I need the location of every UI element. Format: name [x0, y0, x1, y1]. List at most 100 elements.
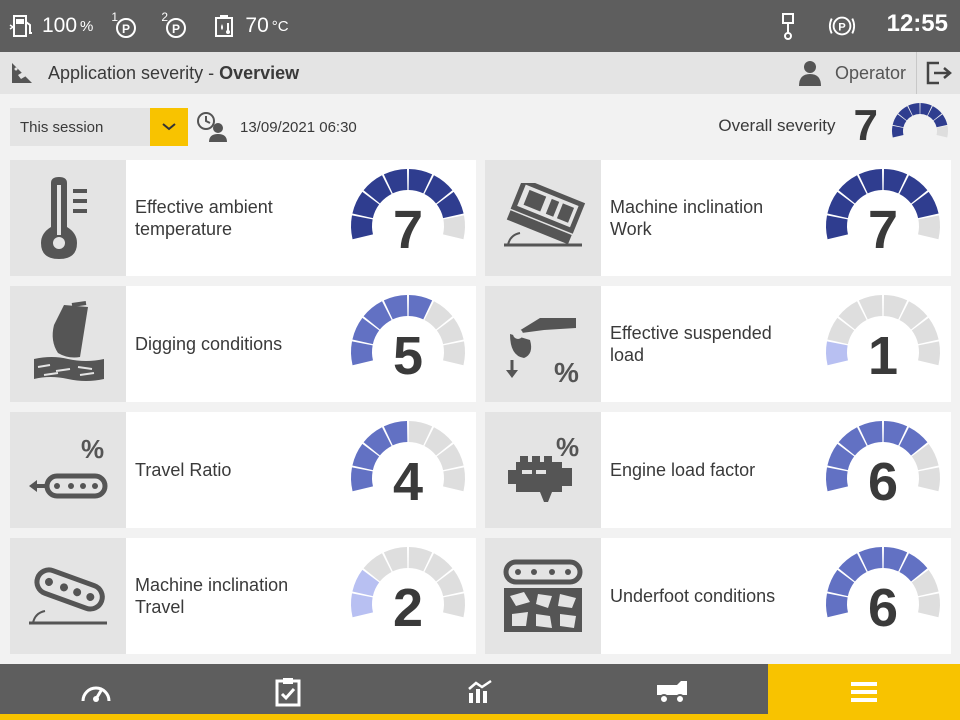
operator-label: Operator [834, 62, 906, 83]
travel-ratio-icon: % [10, 412, 126, 528]
nav-menu[interactable] [768, 664, 960, 720]
operator-clock-icon [196, 111, 230, 143]
gauge-segment-filled [826, 341, 848, 366]
gauge-segment-filled [826, 215, 848, 240]
page-title-bold: Overview [219, 62, 300, 83]
tile-label-line1: Engine load factor [610, 460, 756, 480]
severity-gauge: 5 [351, 295, 465, 386]
gauge-segment-filled [892, 125, 904, 138]
gauge-segment-empty [918, 593, 940, 618]
tile-label-line2: temperature [135, 219, 233, 239]
page-title-prefix: Application severity - [48, 62, 220, 83]
gauge-segment-filled [351, 467, 373, 492]
fuel-indicator: 100% [8, 0, 93, 52]
pump-pressure-1: 1 P [111, 0, 139, 52]
gauge-segment-filled [351, 341, 373, 366]
engine-piston-icon [774, 12, 802, 40]
engine-load-icon: % [485, 412, 601, 528]
gauge-segment-empty [918, 467, 940, 492]
statistics-chart-icon [466, 679, 494, 705]
tile-label: Travel Ratio [135, 412, 335, 528]
nav-statistics[interactable] [384, 664, 576, 720]
gauge-segment-filled [351, 593, 373, 618]
gauge-value: 1 [868, 326, 898, 386]
pump-pressure-2: 2 P [161, 0, 189, 52]
parking-brake-icon: P [828, 12, 856, 40]
user-icon [797, 59, 823, 87]
hydraulic-oil-temperature: 70 °C [211, 0, 289, 52]
page-title: Application severity - Overview [48, 63, 299, 84]
gauge-value: 6 [868, 452, 898, 512]
temp-value: 70 [245, 14, 269, 37]
tile-label-line2: load [610, 345, 645, 365]
gauge-segment-empty [443, 215, 465, 240]
gauge-value: 5 [393, 326, 423, 386]
logout-icon [925, 60, 953, 86]
svg-text:%: % [81, 434, 104, 464]
tile-label-line1: Travel Ratio [135, 460, 232, 480]
chevron-down-icon[interactable] [150, 108, 188, 146]
svg-text:P: P [172, 22, 180, 36]
tile-label-line1: Digging conditions [135, 334, 283, 354]
severity-gauge: 7 [826, 169, 940, 260]
overall-severity: Overall severity 7 [718, 100, 950, 152]
clock: 12:55 [886, 10, 948, 37]
page-header: Application severity - Overview Operator [0, 52, 960, 94]
nav-machine[interactable] [576, 664, 768, 720]
gauge-segment-empty [443, 341, 465, 366]
gauge-value: 6 [868, 578, 898, 638]
pump-pressure-1-icon: 1 P [111, 10, 139, 40]
nav-checklist[interactable] [192, 664, 384, 720]
tile-machine-inclination-travel[interactable]: Machine inclination Travel 2 [10, 538, 476, 654]
fuel-icon [8, 12, 36, 40]
tile-ambient-temperature[interactable]: Effective ambient temperature 7 [10, 160, 476, 276]
severity-gauge: 4 [351, 421, 465, 512]
tile-underfoot-conditions[interactable]: Underfoot conditions 6 [485, 538, 951, 654]
svg-text:%: % [554, 357, 579, 384]
gauge-value: 7 [868, 200, 898, 260]
tile-travel-ratio[interactable]: % Travel Ratio 4 [10, 412, 476, 528]
pump1-number: 1 [111, 10, 119, 24]
tile-label: Engine load factor [610, 412, 810, 528]
menu-icon [850, 681, 878, 703]
gauge-value: 2 [393, 578, 423, 638]
gauge-value: 4 [393, 452, 423, 512]
tile-label: Machine inclination Travel [135, 538, 335, 654]
machine-inclination-work-icon [485, 160, 601, 276]
pump2-number: 2 [161, 10, 169, 24]
tile-machine-inclination-work[interactable]: Machine inclination Work 7 [485, 160, 951, 276]
checklist-icon [275, 677, 301, 707]
severity-gauge: 2 [351, 547, 465, 638]
svg-text:P: P [122, 22, 130, 36]
gauge-segment-filled [351, 215, 373, 240]
underfoot-conditions-icon [485, 538, 601, 654]
tile-label: Effective suspended load [610, 286, 810, 402]
gauge-segment-empty [443, 593, 465, 618]
haul-truck-icon [655, 679, 689, 705]
logout-button[interactable] [916, 52, 960, 94]
overall-severity-gauge [892, 103, 948, 138]
thermometer-icon [10, 160, 126, 276]
session-date: 13/09/2021 06:30 [240, 118, 357, 136]
nav-dashboard[interactable] [0, 664, 192, 720]
tile-label-line1: Underfoot conditions [610, 586, 776, 606]
tile-digging-conditions[interactable]: Digging conditions 5 [10, 286, 476, 402]
period-select[interactable]: This session [10, 108, 188, 146]
tile-label: Underfoot conditions [610, 538, 810, 654]
gauge-segment-empty [443, 467, 465, 492]
suspended-load-icon: % [485, 286, 601, 402]
tile-suspended-load[interactable]: % Effective suspended load 1 [485, 286, 951, 402]
bottom-navigation [0, 664, 960, 720]
tile-label-line1: Effective ambient [135, 197, 273, 217]
temp-unit: °C [271, 17, 289, 35]
fuel-value: 100 [42, 14, 78, 37]
tile-label: Machine inclination Work [610, 160, 810, 276]
digging-bucket-icon [10, 286, 126, 402]
severity-gauge: 7 [351, 169, 465, 260]
tile-engine-load-factor[interactable]: % Engine load factor 6 [485, 412, 951, 528]
filter-row: This session 13/09/2021 06:30 Overall se… [0, 94, 960, 158]
operator-profile[interactable]: Operator [797, 52, 906, 94]
status-bar: 100% 1 P 2 P 70 °C P 12:55 [0, 0, 960, 52]
severity-gauge: 1 [826, 295, 940, 386]
overall-severity-label: Overall severity [718, 116, 836, 135]
